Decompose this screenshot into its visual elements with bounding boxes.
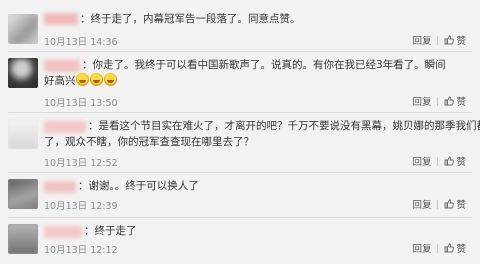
username-blurred[interactable]: [44, 60, 80, 72]
comment-actions: 回复 赞: [412, 154, 466, 168]
comment-time: 10月13日 14:36: [44, 37, 118, 48]
like-button[interactable]: 赞: [444, 197, 466, 211]
thumb-up-icon: [445, 35, 455, 45]
thumb-up-icon: [445, 96, 455, 106]
comment-item: ：终于走了，内幕冠军告一段落了。同意点赞。 10月13日 14:36 回复 赞: [0, 0, 480, 50]
reply-button[interactable]: 回复: [412, 241, 431, 255]
separator: [437, 96, 439, 106]
comment-item: ：你走了。我终于可以看中国新歌声了。说真的。有你在我已经3年看了。瞬间 好高兴 …: [0, 52, 480, 112]
avatar[interactable]: [8, 14, 38, 44]
comment-time: 10月13日 12:12: [44, 245, 118, 256]
like-label: 赞: [456, 200, 466, 211]
comment-time: 10月13日 12:39: [44, 201, 118, 212]
username-blurred[interactable]: [44, 13, 78, 25]
laughing-emoji-icon: [89, 73, 103, 86]
comment-actions: 回复 赞: [412, 94, 466, 108]
like-button[interactable]: 赞: [444, 241, 466, 255]
like-label: 赞: [456, 97, 466, 108]
username-blurred[interactable]: [44, 181, 76, 193]
comment-text-fragment: 好高兴: [44, 75, 76, 87]
separator: [437, 199, 439, 209]
comment-time: 10月13日 12:52: [44, 158, 118, 169]
comment-text-line2: 好高兴: [44, 72, 118, 90]
comment-item: ：终于走了 10月13日 12:12 回复 赞: [0, 218, 480, 264]
thumb-up-icon: [445, 199, 455, 209]
comment-text: ：你走了。我终于可以看中国新歌声了。说真的。有你在我已经3年看了。瞬间: [82, 59, 446, 71]
comment-text: ：终于走了，内幕冠军告一段落了。同意点赞。: [80, 13, 301, 25]
username-blurred[interactable]: [44, 121, 86, 133]
laughing-emoji-icon: [103, 73, 117, 86]
reply-button[interactable]: 回复: [412, 33, 431, 47]
like-button[interactable]: 赞: [444, 33, 466, 47]
comment-text-line2: 了，观众不瞎，你的冠军查查现在哪里去了？: [44, 136, 254, 148]
like-button[interactable]: 赞: [444, 94, 466, 108]
username-blurred[interactable]: [44, 226, 82, 238]
like-label: 赞: [456, 244, 466, 255]
comment-actions: 回复 赞: [412, 241, 466, 255]
like-label: 赞: [456, 36, 466, 47]
separator: [437, 35, 439, 45]
laughing-emoji-icon: [75, 73, 89, 86]
comment-text: ：终于走了: [84, 225, 137, 237]
separator: [437, 156, 439, 166]
avatar[interactable]: [8, 224, 38, 254]
like-button[interactable]: 赞: [444, 154, 466, 168]
comment-time: 10月13日 13:50: [44, 98, 118, 109]
comment-text: ：谢谢。。终于可以换人了: [78, 180, 199, 192]
avatar[interactable]: [8, 58, 38, 88]
avatar[interactable]: [8, 119, 38, 149]
reply-button[interactable]: 回复: [412, 94, 431, 108]
comment-actions: 回复 赞: [412, 33, 466, 47]
thumb-up-icon: [445, 156, 455, 166]
reply-button[interactable]: 回复: [412, 197, 431, 211]
reply-button[interactable]: 回复: [412, 154, 431, 168]
comment-item: ：是看这个节目实在难火了，才离开的吧？千万不要说没有黑幕，姚贝娜的那季我们都看 …: [0, 113, 480, 171]
comment-actions: 回复 赞: [412, 197, 466, 211]
comment-item: ：谢谢。。终于可以换人了 10月13日 12:39 回复 赞: [0, 173, 480, 217]
separator: [437, 243, 439, 253]
avatar[interactable]: [8, 179, 38, 209]
like-label: 赞: [456, 157, 466, 168]
thumb-up-icon: [445, 243, 455, 253]
